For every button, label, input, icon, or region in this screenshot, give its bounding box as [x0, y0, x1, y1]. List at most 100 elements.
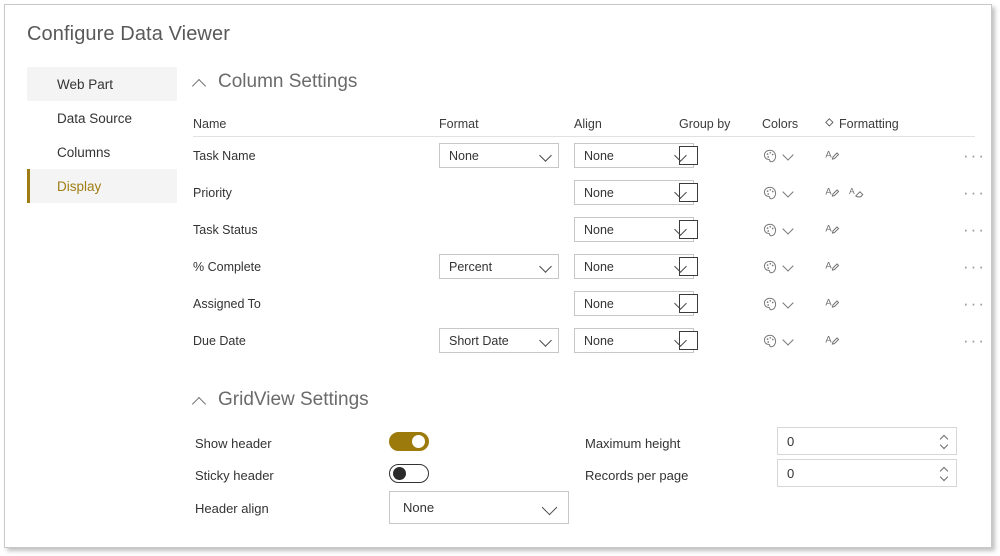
column-settings-table: Name Format Align Group by Colors Format… [193, 111, 984, 359]
chevron-down-icon[interactable] [783, 150, 794, 161]
font-color-icon[interactable]: A [824, 147, 841, 164]
svg-text:A: A [825, 186, 832, 197]
sticky-header-toggle[interactable] [389, 464, 429, 483]
table-row: Due Date Short Date None A ··· [193, 322, 984, 359]
show-header-toggle[interactable] [389, 432, 429, 451]
header-group-by: Group by [679, 116, 731, 131]
group-by-cell [679, 220, 762, 239]
chevron-down-icon[interactable] [783, 335, 794, 346]
row-menu-button[interactable]: ··· [929, 184, 986, 201]
align-dropdown[interactable]: None [574, 217, 694, 242]
format-dropdown[interactable]: Percent [439, 254, 559, 279]
align-dropdown[interactable]: None [574, 328, 694, 353]
stepper-up-icon[interactable] [940, 435, 948, 440]
format-cell [439, 180, 574, 205]
column-settings-section-header[interactable]: Column Settings [193, 67, 975, 97]
chevron-down-icon [675, 150, 686, 161]
stepper-arrows[interactable] [938, 467, 950, 480]
stepper-down-icon[interactable] [940, 475, 948, 480]
palette-icon[interactable] [762, 222, 778, 238]
clear-formatting-icon[interactable]: A [848, 184, 865, 201]
gridview-settings-title: GridView Settings [218, 389, 369, 410]
chevron-down-icon [675, 298, 686, 309]
maximum-height-stepper[interactable]: 0 [777, 427, 957, 455]
svg-text:A: A [849, 186, 855, 196]
chevron-down-icon [540, 150, 551, 161]
colors-cell [762, 185, 824, 201]
chevron-down-icon [675, 261, 686, 272]
align-cell: None [574, 291, 694, 316]
colors-cell [762, 296, 824, 312]
palette-icon[interactable] [762, 296, 778, 312]
font-color-icon[interactable]: A [824, 221, 841, 238]
align-dropdown[interactable]: None [574, 254, 694, 279]
row-menu-button[interactable]: ··· [929, 295, 986, 312]
font-color-icon[interactable]: A [824, 332, 841, 349]
header-formatting-label: Formatting [839, 116, 899, 131]
font-color-icon[interactable]: A [824, 184, 841, 201]
palette-icon[interactable] [762, 148, 778, 164]
gridview-settings-section-header[interactable]: GridView Settings [193, 385, 975, 415]
sidebar-item-columns[interactable]: Columns [27, 135, 177, 169]
records-per-page-stepper[interactable]: 0 [777, 459, 957, 487]
row-menu-button[interactable]: ··· [929, 147, 986, 164]
column-settings-title: Column Settings [218, 71, 358, 92]
palette-icon[interactable] [762, 259, 778, 275]
stepper-arrows[interactable] [938, 435, 950, 448]
table-row: Task Status None A ··· [193, 211, 984, 248]
column-name: % Complete [193, 259, 262, 274]
align-dropdown[interactable]: None [574, 180, 694, 205]
palette-icon[interactable] [762, 333, 778, 349]
svg-text:A: A [825, 260, 832, 271]
header-align-value: None [403, 500, 435, 515]
formatting-cell: A [824, 147, 929, 164]
row-menu-button[interactable]: ··· [929, 258, 986, 275]
toggle-knob [412, 435, 425, 448]
format-dropdown[interactable]: Short Date [439, 328, 559, 353]
font-color-icon[interactable]: A [824, 295, 841, 312]
eraser-icon [825, 118, 834, 127]
stepper-up-icon[interactable] [940, 467, 948, 472]
records-per-page-label: Records per page [585, 468, 689, 483]
chevron-down-icon[interactable] [783, 187, 794, 198]
svg-text:A: A [825, 223, 832, 234]
sidebar-item-web-part[interactable]: Web Part [27, 67, 177, 101]
maximum-height-label: Maximum height [585, 436, 681, 451]
chevron-down-icon[interactable] [783, 261, 794, 272]
row-menu-button[interactable]: ··· [929, 332, 986, 349]
sidebar-item-display[interactable]: Display [27, 169, 177, 203]
palette-icon[interactable] [762, 185, 778, 201]
chevron-up-icon [193, 78, 208, 87]
align-dropdown[interactable]: None [574, 291, 694, 316]
svg-text:A: A [825, 334, 832, 345]
colors-cell [762, 148, 824, 164]
sidebar-item-data-source[interactable]: Data Source [27, 101, 177, 135]
chevron-down-icon[interactable] [783, 298, 794, 309]
align-value: None [584, 222, 614, 237]
format-dropdown[interactable]: None [439, 143, 559, 168]
formatting-cell: A [824, 295, 929, 312]
group-by-cell [679, 183, 762, 202]
chevron-down-icon [675, 335, 686, 346]
column-name: Priority [193, 185, 232, 200]
row-menu-button[interactable]: ··· [929, 221, 986, 238]
group-by-cell [679, 294, 762, 313]
align-dropdown[interactable]: None [574, 143, 694, 168]
sidebar-item-label: Columns [57, 144, 111, 160]
sticky-header-label: Sticky header [195, 468, 274, 483]
group-by-cell [679, 257, 762, 276]
table-header-row: Name Format Align Group by Colors Format… [193, 111, 975, 137]
column-name: Task Status [193, 222, 258, 237]
page-title: Configure Data Viewer [27, 23, 230, 45]
gridview-settings-section: GridView Settings Show header Sticky hea… [193, 385, 975, 541]
display-settings-main: Column Settings Name Format Align Group … [193, 67, 984, 541]
chevron-down-icon[interactable] [783, 224, 794, 235]
column-name: Due Date [193, 333, 246, 348]
align-cell: None [574, 180, 694, 205]
stepper-down-icon[interactable] [940, 443, 948, 448]
font-color-icon[interactable]: A [824, 258, 841, 275]
show-header-label: Show header [195, 436, 272, 451]
header-align-dropdown[interactable]: None [389, 491, 569, 524]
format-cell: Short Date [439, 328, 574, 353]
align-value: None [584, 296, 614, 311]
